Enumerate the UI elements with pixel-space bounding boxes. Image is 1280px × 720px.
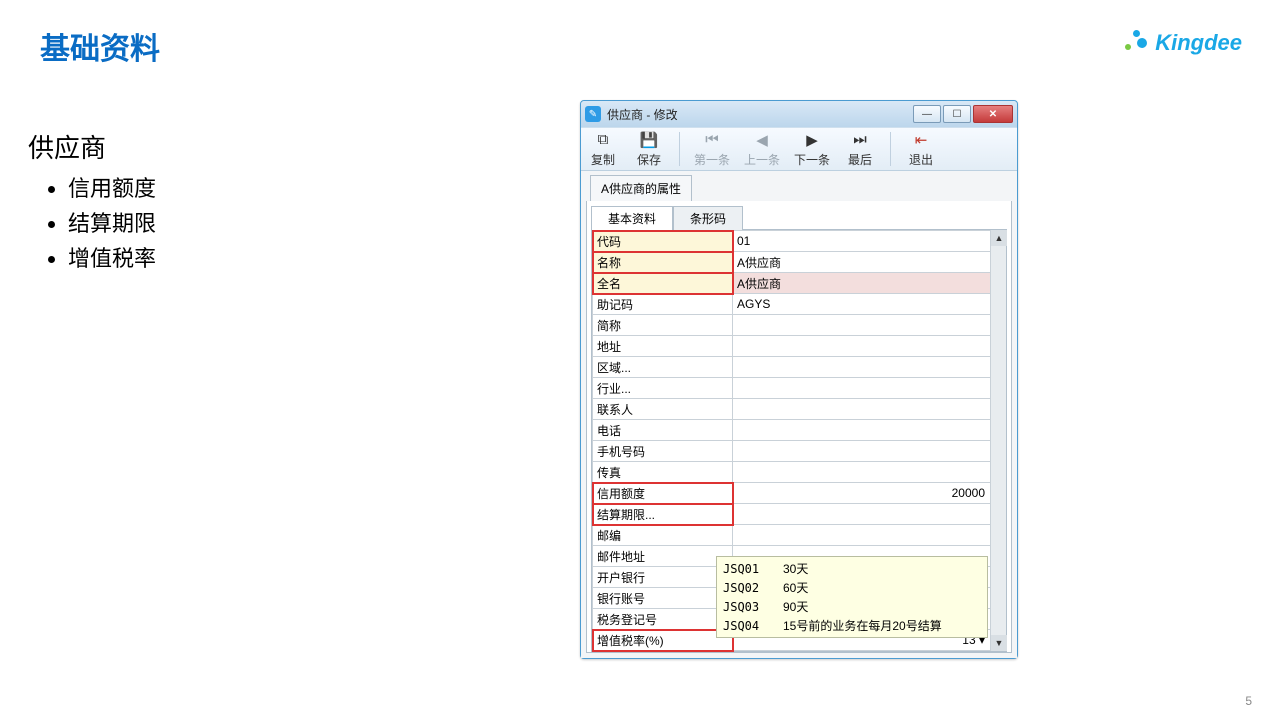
table-row: 信用额度20000 <box>593 483 1006 504</box>
table-row: 传真 <box>593 462 1006 483</box>
field-label: 邮编 <box>593 525 733 546</box>
field-label: 增值税率(%) <box>593 630 733 651</box>
first-icon: ⏮ <box>705 131 719 149</box>
scroll-down-button[interactable]: ▼ <box>991 635 1007 651</box>
scroll-up-button[interactable]: ▲ <box>991 230 1007 246</box>
table-row: 联系人 <box>593 399 1006 420</box>
prev-record-button[interactable]: ◀ 上一条 <box>744 131 780 168</box>
logo-icon <box>1121 30 1147 56</box>
field-label: 代码 <box>593 231 733 252</box>
field-value[interactable] <box>733 420 1006 441</box>
property-tab[interactable]: A供应商的属性 <box>590 175 692 201</box>
field-label: 名称 <box>593 252 733 273</box>
table-row: 助记码AGYS <box>593 294 1006 315</box>
minimize-button[interactable]: — <box>913 105 941 123</box>
tooltip-row[interactable]: JSQ0415号前的业务在每月20号结算 <box>717 616 987 635</box>
logo: Kingdee <box>1121 30 1242 56</box>
field-value[interactable] <box>733 336 1006 357</box>
field-label: 简称 <box>593 315 733 336</box>
table-row: 区域... <box>593 357 1006 378</box>
field-label: 结算期限... <box>593 504 733 525</box>
field-label: 行业... <box>593 378 733 399</box>
field-label: 邮件地址 <box>593 546 733 567</box>
first-record-button[interactable]: ⏮ 第一条 <box>694 131 730 168</box>
tooltip-row[interactable]: JSQ0130天 <box>717 559 987 578</box>
tooltip-row[interactable]: JSQ0390天 <box>717 597 987 616</box>
table-row: 邮编 <box>593 525 1006 546</box>
tooltip-row[interactable]: JSQ0260天 <box>717 578 987 597</box>
field-value[interactable] <box>733 462 1006 483</box>
prev-icon: ◀ <box>756 131 768 149</box>
close-button[interactable]: ✕ <box>973 105 1013 123</box>
field-value[interactable] <box>733 525 1006 546</box>
field-label: 电话 <box>593 420 733 441</box>
window-title: 供应商 - 修改 <box>607 106 678 123</box>
table-row: 全名A供应商 <box>593 273 1006 294</box>
sidenote: 供应商 信用额度 结算期限 增值税率 <box>28 128 156 277</box>
next-icon: ▶ <box>806 131 818 149</box>
supplier-edit-window: ✎ 供应商 - 修改 — ☐ ✕ ⧉ 复制 💾 保存 ⏮ 第一条 ◀ 上一条 ▶… <box>580 100 1018 659</box>
exit-button[interactable]: ⇤ 退出 <box>905 131 937 168</box>
slide-title: 基础资料 <box>40 24 160 68</box>
table-row: 地址 <box>593 336 1006 357</box>
save-button[interactable]: 💾 保存 <box>633 131 665 168</box>
table-row: 行业... <box>593 378 1006 399</box>
field-label: 区域... <box>593 357 733 378</box>
table-row: 电话 <box>593 420 1006 441</box>
field-label: 开户银行 <box>593 567 733 588</box>
field-label: 传真 <box>593 462 733 483</box>
field-value[interactable] <box>733 504 1006 525</box>
table-row: 代码01 <box>593 231 1006 252</box>
property-grid: 代码01名称A供应商全名A供应商助记码AGYS简称地址区域...行业...联系人… <box>591 230 1007 652</box>
last-record-button[interactable]: ⏭ 最后 <box>844 131 876 168</box>
sidenote-item: 信用额度 <box>68 171 156 206</box>
field-label: 地址 <box>593 336 733 357</box>
field-value[interactable] <box>733 357 1006 378</box>
field-value[interactable]: AGYS <box>733 294 1006 315</box>
settlement-tooltip: JSQ0130天JSQ0260天JSQ0390天JSQ0415号前的业务在每月2… <box>716 556 988 638</box>
field-value[interactable]: A供应商 <box>733 252 1006 273</box>
copy-icon: ⧉ <box>598 131 609 149</box>
app-icon: ✎ <box>585 106 601 122</box>
table-row: 结算期限... <box>593 504 1006 525</box>
sidenote-item: 结算期限 <box>68 206 156 241</box>
maximize-button[interactable]: ☐ <box>943 105 971 123</box>
field-value[interactable] <box>733 441 1006 462</box>
table-row: 名称A供应商 <box>593 252 1006 273</box>
toolbar: ⧉ 复制 💾 保存 ⏮ 第一条 ◀ 上一条 ▶ 下一条 ⏭ 最后 ⇤ 退出 <box>581 127 1017 171</box>
table-row: 简称 <box>593 315 1006 336</box>
field-value[interactable] <box>733 378 1006 399</box>
field-label: 联系人 <box>593 399 733 420</box>
field-label: 全名 <box>593 273 733 294</box>
field-value[interactable]: 20000 <box>733 483 1006 504</box>
field-value[interactable] <box>733 315 1006 336</box>
field-value[interactable] <box>733 399 1006 420</box>
field-label: 助记码 <box>593 294 733 315</box>
field-label: 银行账号 <box>593 588 733 609</box>
sidenote-item: 增值税率 <box>68 241 156 276</box>
logo-text: Kingdee <box>1155 30 1242 56</box>
field-value[interactable]: 01 <box>733 231 1006 252</box>
field-value[interactable]: A供应商 <box>733 273 1006 294</box>
page-number: 5 <box>1245 694 1252 708</box>
save-icon: 💾 <box>640 131 659 149</box>
table-row: 手机号码 <box>593 441 1006 462</box>
field-label: 税务登记号 <box>593 609 733 630</box>
titlebar[interactable]: ✎ 供应商 - 修改 — ☐ ✕ <box>581 101 1017 127</box>
scrollbar[interactable]: ▲ ▼ <box>990 230 1006 651</box>
field-label: 手机号码 <box>593 441 733 462</box>
last-icon: ⏭ <box>853 131 867 149</box>
exit-icon: ⇤ <box>915 131 928 149</box>
next-record-button[interactable]: ▶ 下一条 <box>794 131 830 168</box>
tab-basic-info[interactable]: 基本资料 <box>591 206 673 230</box>
field-label: 信用额度 <box>593 483 733 504</box>
sidenote-heading: 供应商 <box>28 128 156 165</box>
tab-barcode[interactable]: 条形码 <box>673 206 743 230</box>
copy-button[interactable]: ⧉ 复制 <box>587 131 619 168</box>
